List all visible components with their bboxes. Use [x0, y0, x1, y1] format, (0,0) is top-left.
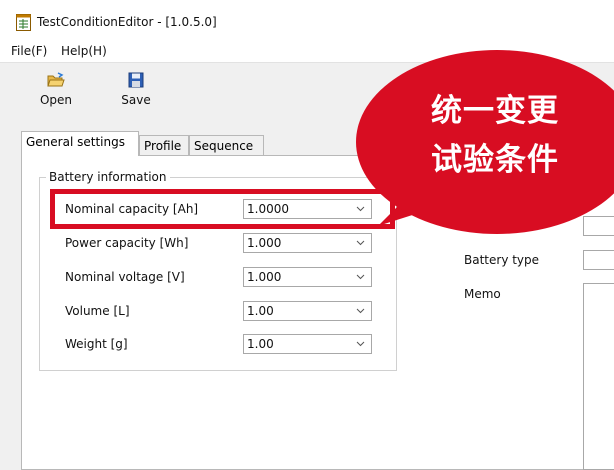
chevron-down-icon [356, 341, 365, 347]
save-button[interactable]: Save [114, 70, 158, 110]
app-window: TestConditionEditor - [1.0.5.0] File(F) … [0, 0, 614, 470]
tab-profile-label: Profile [144, 139, 182, 153]
right-text-field[interactable] [583, 216, 614, 236]
power-capacity-label: Power capacity [Wh] [65, 236, 189, 250]
chevron-down-icon [356, 274, 365, 280]
open-button[interactable]: Open [34, 70, 78, 110]
callout-text-line2: 试验条件 [431, 142, 559, 178]
menu-bar: File(F) Help(H) [0, 40, 614, 63]
power-capacity-value: 1.000 [247, 236, 282, 250]
weight-label: Weight [g] [65, 337, 128, 351]
save-disk-icon [128, 72, 144, 88]
memo-textarea[interactable] [583, 283, 614, 470]
chevron-down-icon [356, 240, 365, 246]
chevron-down-icon [356, 308, 365, 314]
volume-label: Volume [L] [65, 304, 130, 318]
menu-file[interactable]: File(F) [11, 44, 47, 58]
battery-type-label: Battery type [464, 253, 540, 267]
folder-open-icon [47, 72, 65, 87]
window-title: TestConditionEditor - [1.0.5.0] [37, 15, 217, 29]
power-capacity-combo[interactable]: 1.000 [243, 233, 372, 253]
weight-combo[interactable]: 1.00 [243, 334, 372, 354]
open-label: Open [39, 93, 73, 107]
volume-combo[interactable]: 1.00 [243, 301, 372, 321]
title-bar: TestConditionEditor - [1.0.5.0] [0, 0, 614, 40]
tab-sequence-label: Sequence [194, 139, 254, 153]
nominal-voltage-combo[interactable]: 1.000 [243, 267, 372, 287]
tab-general-settings[interactable]: General settings [21, 131, 139, 156]
weight-value: 1.00 [247, 337, 274, 351]
tab-sequence[interactable]: Sequence [189, 135, 264, 155]
tab-profile[interactable]: Profile [139, 135, 189, 155]
app-icon [16, 14, 31, 31]
battery-info-title: Battery information [46, 170, 170, 184]
save-label: Save [121, 93, 151, 107]
memo-label: Memo [464, 287, 501, 301]
highlight-frame [50, 189, 395, 229]
tab-general-settings-label: General settings [26, 135, 125, 149]
menu-help[interactable]: Help(H) [61, 44, 107, 58]
callout-text-line1: 统一变更 [431, 93, 559, 129]
battery-type-field[interactable] [583, 250, 614, 270]
volume-value: 1.00 [247, 304, 274, 318]
nominal-voltage-label: Nominal voltage [V] [65, 270, 185, 284]
nominal-voltage-value: 1.000 [247, 270, 282, 284]
